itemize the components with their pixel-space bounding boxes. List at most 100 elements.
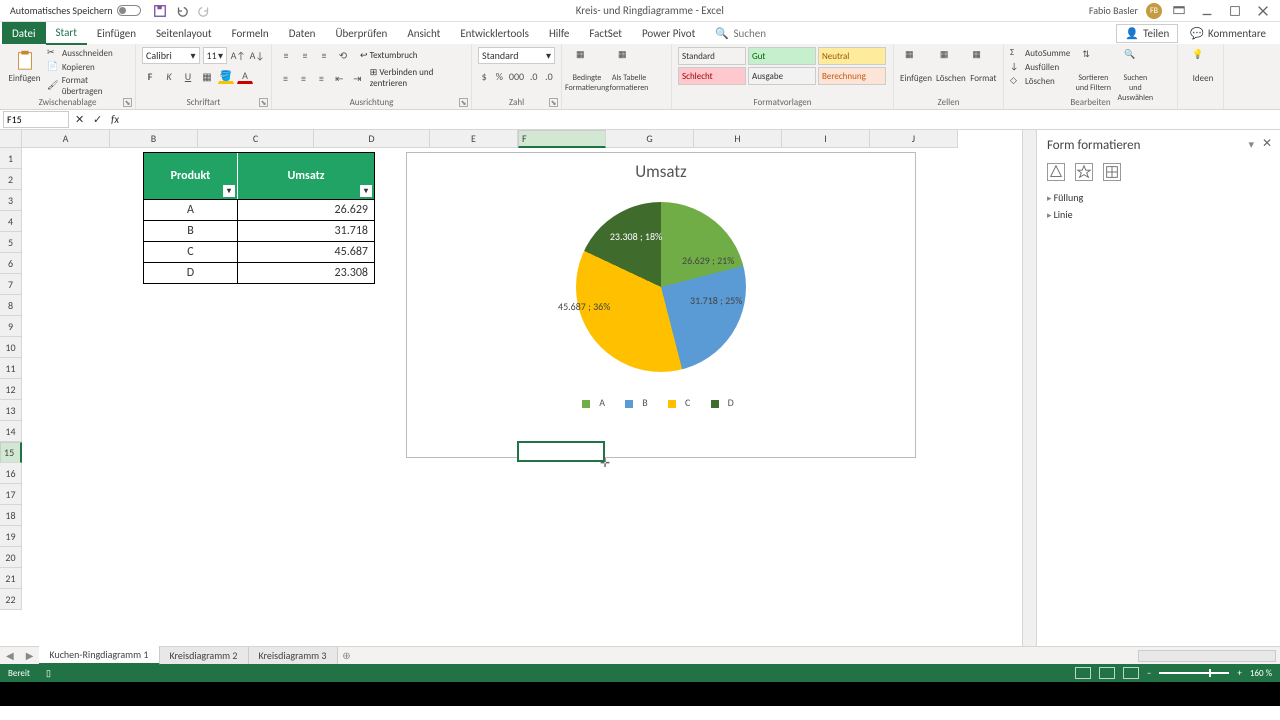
sheet-tab[interactable]: Kreisdiagramm 3 [249, 647, 338, 664]
merge-button[interactable]: ⊞ Verbinden und zentrieren [370, 67, 465, 89]
name-box[interactable] [3, 111, 69, 128]
filter-dropdown-icon[interactable]: ▾ [223, 185, 235, 197]
row-header[interactable]: 9 [0, 316, 22, 337]
sort-filter-button[interactable]: ⇅Sortieren und Filtern [1074, 47, 1112, 103]
find-select-button[interactable]: 🔍Suchen und Auswählen [1116, 47, 1154, 103]
cell-produkt[interactable]: B [144, 221, 238, 241]
ribbon-options-icon[interactable] [1172, 4, 1186, 18]
col-header[interactable]: A [22, 130, 110, 148]
style-neutral[interactable]: Neutral [818, 47, 886, 65]
cell-produkt[interactable]: C [144, 242, 238, 262]
row-header[interactable]: 5 [0, 232, 22, 253]
page-break-view-icon[interactable] [1123, 667, 1139, 679]
sheet-nav-next-icon[interactable]: ▶ [26, 649, 34, 662]
close-pane-icon[interactable]: ✕ [1262, 136, 1272, 151]
wrap-text-button[interactable]: ↩ Textumbruch [360, 50, 418, 61]
cell-produkt[interactable]: A [144, 200, 238, 220]
ribbon-tab-ansicht[interactable]: Ansicht [397, 23, 450, 44]
formula-input[interactable] [131, 113, 1280, 126]
fill-section[interactable]: Füllung [1047, 191, 1270, 204]
sheet-nav-prev-icon[interactable]: ◀ [6, 649, 14, 662]
pie-slices[interactable] [576, 202, 746, 372]
percent-icon[interactable]: % [493, 68, 505, 84]
active-cell[interactable] [517, 441, 605, 462]
cell-umsatz[interactable]: 26.629 [238, 200, 374, 220]
indent-dec-icon[interactable]: ⇤ [332, 70, 347, 86]
fill-color-button[interactable]: 🪣 [218, 68, 234, 84]
effects-tab-icon[interactable] [1075, 163, 1093, 181]
cut-button[interactable]: ✂Ausschneiden [47, 47, 129, 59]
autosum-button[interactable]: ΣAutoSumme [1010, 47, 1070, 59]
autosave-toggle[interactable] [117, 5, 141, 16]
cell-styles-gallery[interactable]: Standard Gut Neutral Schlecht Ausgabe Be… [678, 47, 887, 85]
cell-umsatz[interactable]: 45.687 [238, 242, 374, 262]
worksheet-grid[interactable]: ABCDEFGHIJ 12345678910111213141516171819… [0, 130, 1022, 646]
line-section[interactable]: Linie [1047, 208, 1270, 221]
ribbon-tab-seitenlayout[interactable]: Seitenlayout [146, 23, 222, 44]
cell-produkt[interactable]: D [144, 263, 238, 283]
cell-umsatz[interactable]: 23.308 [238, 263, 374, 283]
row-header[interactable]: 15 [0, 442, 22, 463]
bold-button[interactable]: F [142, 68, 158, 84]
pane-options-icon[interactable]: ▾ [1248, 138, 1254, 151]
user-avatar[interactable]: FB [1146, 3, 1162, 19]
dialog-launcher-icon[interactable]: ⬊ [259, 98, 268, 107]
normal-view-icon[interactable] [1075, 667, 1091, 679]
add-sheet-icon[interactable]: ⊕ [338, 649, 356, 662]
row-header[interactable]: 2 [0, 169, 22, 190]
row-header[interactable]: 13 [0, 400, 22, 421]
col-header[interactable]: H [694, 130, 782, 148]
orientation-icon[interactable]: ⟲ [335, 47, 351, 63]
decrease-font-icon[interactable]: A↓ [249, 48, 265, 64]
size-tab-icon[interactable] [1103, 163, 1121, 181]
style-standard[interactable]: Standard [678, 47, 746, 65]
col-header[interactable]: F [518, 130, 606, 148]
style-ausgabe[interactable]: Ausgabe [748, 67, 816, 85]
minimize-icon[interactable] [1200, 4, 1214, 18]
font-color-button[interactable]: A [237, 68, 253, 84]
format-as-table-button[interactable]: ▦Als Tabelle formatieren [610, 47, 648, 93]
clear-button[interactable]: ◇Löschen [1010, 75, 1070, 87]
fx-icon[interactable]: fx [111, 113, 125, 127]
comma-icon[interactable]: 000 [509, 68, 525, 84]
save-icon[interactable] [153, 4, 167, 18]
share-button[interactable]: 👤Teilen [1116, 24, 1178, 43]
row-header[interactable]: 8 [0, 295, 22, 316]
align-left-icon[interactable]: ≡ [278, 70, 293, 86]
col-header[interactable]: I [782, 130, 870, 148]
border-button[interactable]: ▦ [199, 68, 215, 84]
font-size-select[interactable]: 11▾ [203, 47, 228, 64]
style-gut[interactable]: Gut [748, 47, 816, 65]
ribbon-tab-daten[interactable]: Daten [279, 23, 326, 44]
col-header[interactable]: C [198, 130, 314, 148]
ideas-button[interactable]: 💡Ideen [1184, 47, 1222, 84]
underline-button[interactable]: U [180, 68, 196, 84]
redo-icon[interactable] [197, 4, 211, 18]
table-row[interactable]: B31.718 [144, 220, 374, 241]
col-header[interactable]: D [314, 130, 430, 148]
table-row[interactable]: A26.629 [144, 199, 374, 220]
dec-decimal-icon[interactable]: .0 [543, 68, 555, 84]
row-header[interactable]: 12 [0, 379, 22, 400]
maximize-icon[interactable] [1228, 4, 1242, 18]
conditional-format-button[interactable]: ▦Bedingte Formatierung [568, 47, 606, 93]
style-berechnung[interactable]: Berechnung [818, 67, 886, 85]
cell-umsatz[interactable]: 31.718 [238, 221, 374, 241]
col-header[interactable]: J [870, 130, 958, 148]
col-header-produkt[interactable]: Produkt▾ [144, 153, 238, 199]
row-header[interactable]: 6 [0, 253, 22, 274]
align-center-icon[interactable]: ≡ [296, 70, 311, 86]
inc-decimal-icon[interactable]: .0 [528, 68, 540, 84]
close-icon[interactable] [1256, 4, 1270, 18]
insert-cells-button[interactable]: ▦Einfügen [900, 47, 932, 84]
copy-button[interactable]: 📄Kopieren [47, 61, 129, 73]
sheet-tab[interactable]: Kuchen-Ringdiagramm 1 [39, 646, 159, 665]
ribbon-tab-power pivot[interactable]: Power Pivot [632, 23, 705, 44]
row-header[interactable]: 3 [0, 190, 22, 211]
row-header[interactable]: 20 [0, 547, 22, 568]
filter-dropdown-icon[interactable]: ▾ [360, 185, 372, 197]
cancel-fx-icon[interactable]: ✕ [75, 113, 89, 127]
row-header[interactable]: 10 [0, 337, 22, 358]
row-header[interactable]: 4 [0, 211, 22, 232]
sheet-tab[interactable]: Kreisdiagramm 2 [160, 647, 249, 664]
